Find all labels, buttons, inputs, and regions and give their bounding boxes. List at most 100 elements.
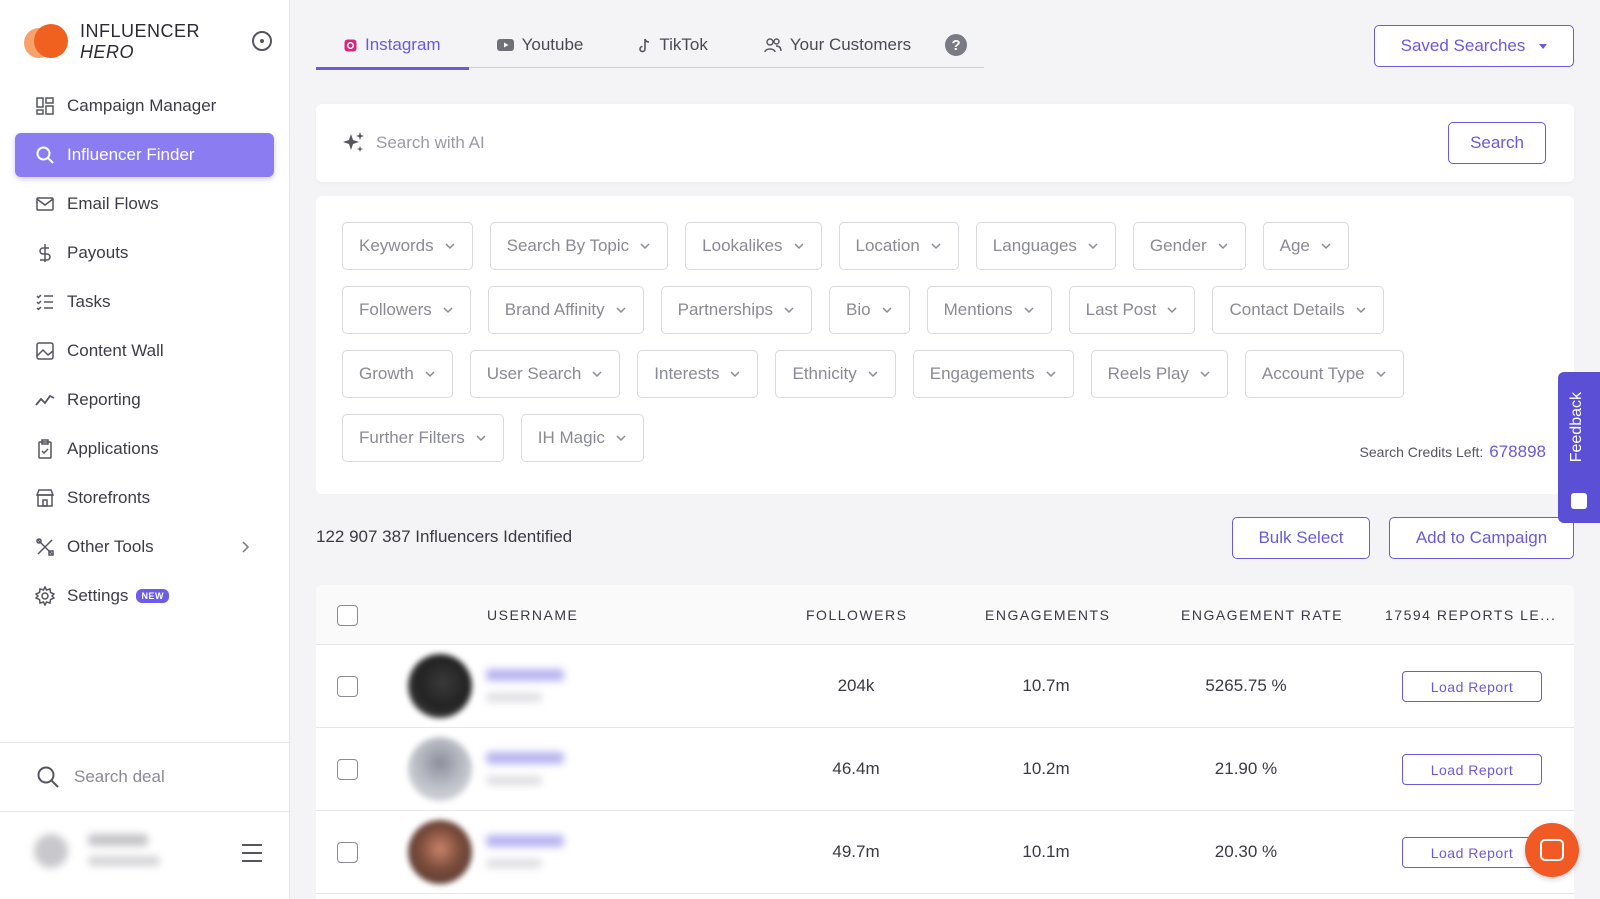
filter-label: Brand Affinity bbox=[504, 300, 605, 319]
sidebar-item-applications[interactable]: Applications bbox=[15, 427, 274, 471]
search-icon bbox=[37, 766, 59, 788]
chevron-down-icon bbox=[1024, 307, 1034, 314]
filter-label: Partnerships bbox=[677, 300, 774, 319]
filter-dropdown[interactable]: Location bbox=[838, 222, 959, 270]
sidebar-item-influencer-finder[interactable]: Influencer Finder bbox=[15, 133, 274, 177]
filter-label: User Search bbox=[486, 364, 582, 383]
tab-label: Your Customers bbox=[789, 35, 912, 54]
chat-launcher-button[interactable] bbox=[1525, 823, 1579, 877]
filter-dropdown[interactable]: Lookalikes bbox=[685, 222, 822, 270]
load-report-button[interactable]: Load Report bbox=[1402, 754, 1542, 785]
filter-dropdown[interactable]: Ethnicity bbox=[775, 350, 896, 398]
table-row[interactable]: 46.4m 10.2m 21.90 % Load Report bbox=[316, 728, 1574, 811]
sidebar-item-label: Other Tools bbox=[67, 537, 154, 556]
load-report-button[interactable]: Load Report bbox=[1402, 837, 1542, 868]
header-engagements[interactable]: ENGAGEMENTS bbox=[985, 607, 1110, 623]
filter-dropdown[interactable]: IH Magic bbox=[520, 414, 644, 462]
sidebar-item-payouts[interactable]: Payouts bbox=[15, 231, 274, 275]
influencer-avatar[interactable] bbox=[408, 737, 472, 801]
chevron-down-icon bbox=[1046, 371, 1056, 378]
filter-dropdown[interactable]: Bio bbox=[829, 286, 910, 334]
filter-dropdown[interactable]: Languages bbox=[975, 222, 1116, 270]
ai-search-input[interactable] bbox=[376, 130, 1276, 156]
username-blurred[interactable] bbox=[486, 835, 564, 847]
username-blurred[interactable] bbox=[486, 669, 564, 681]
filter-dropdown[interactable]: Interests bbox=[637, 350, 759, 398]
load-report-button[interactable]: Load Report bbox=[1402, 671, 1542, 702]
filter-dropdown[interactable]: Last Post bbox=[1068, 286, 1196, 334]
smiley-icon bbox=[1571, 493, 1587, 509]
header-followers[interactable]: FOLLOWERS bbox=[806, 607, 907, 623]
influencer-avatar[interactable] bbox=[408, 820, 472, 884]
dollar-icon bbox=[35, 243, 55, 263]
bulk-select-button[interactable]: Bulk Select bbox=[1232, 517, 1370, 559]
sidebar-item-other-tools[interactable]: Other Tools bbox=[15, 525, 274, 569]
header-username[interactable]: USERNAME bbox=[487, 607, 578, 623]
logo[interactable]: INFLUENCER HERO bbox=[24, 20, 200, 64]
filter-dropdown[interactable]: Reels Play bbox=[1090, 350, 1228, 398]
filter-dropdown[interactable]: Search By Topic bbox=[489, 222, 669, 270]
grid-icon bbox=[35, 96, 55, 116]
filter-dropdown[interactable]: Age bbox=[1262, 222, 1349, 270]
filter-dropdown[interactable]: Gender bbox=[1132, 222, 1246, 270]
chevron-down-icon bbox=[1088, 243, 1098, 250]
header-reports-left: 17594 REPORTS LE... bbox=[1385, 607, 1557, 623]
header-engagement-rate[interactable]: ENGAGEMENT RATE bbox=[1181, 607, 1343, 623]
sidebar-item-settings[interactable]: Settings NEW bbox=[15, 574, 274, 618]
sidebar-item-reporting[interactable]: Reporting bbox=[15, 378, 274, 422]
filter-dropdown[interactable]: Growth bbox=[342, 350, 453, 398]
filter-dropdown[interactable]: Mentions bbox=[926, 286, 1052, 334]
sidebar-item-label: Settings bbox=[67, 586, 129, 605]
help-icon[interactable]: ? bbox=[945, 34, 968, 56]
filter-dropdown[interactable]: Contact Details bbox=[1212, 286, 1384, 334]
table-row[interactable]: 49.7m 10.1m 20.30 % Load Report bbox=[316, 811, 1574, 894]
filter-dropdown[interactable]: User Search bbox=[469, 350, 621, 398]
username-blurred[interactable] bbox=[486, 752, 564, 764]
select-all-checkbox[interactable] bbox=[337, 605, 358, 626]
ai-search-button[interactable]: Search bbox=[1448, 122, 1546, 164]
filter-row-4: Further Filters IH Magic bbox=[342, 414, 661, 462]
sidebar-item-email-flows[interactable]: Email Flows bbox=[15, 182, 274, 226]
caret-down-icon bbox=[1539, 43, 1548, 49]
trend-icon bbox=[35, 390, 55, 410]
sidebar-nav: Campaign Manager Influencer Finder Email… bbox=[15, 84, 274, 623]
tab-your-customers[interactable]: Your Customers bbox=[736, 22, 939, 68]
filter-dropdown[interactable]: Partnerships bbox=[660, 286, 813, 334]
sidebar-item-tasks[interactable]: Tasks bbox=[15, 280, 274, 324]
sidebar-item-content-wall[interactable]: Content Wall bbox=[15, 329, 274, 373]
tab-youtube[interactable]: Youtube bbox=[469, 22, 612, 68]
row-checkbox[interactable] bbox=[337, 759, 358, 780]
filter-dropdown[interactable]: Account Type bbox=[1244, 350, 1404, 398]
tab-tiktok[interactable]: TikTok bbox=[611, 22, 736, 68]
filter-dropdown[interactable]: Keywords bbox=[342, 222, 473, 270]
add-to-campaign-button[interactable]: Add to Campaign bbox=[1389, 517, 1574, 559]
table-row[interactable]: 204k 10.7m 5265.75 % Load Report bbox=[316, 645, 1574, 728]
filter-label: Account Type bbox=[1261, 364, 1365, 383]
sparkle-icon bbox=[343, 132, 364, 152]
credits-label: Search Credits Left: bbox=[1359, 444, 1484, 460]
brand-line2: HERO bbox=[80, 42, 135, 62]
filter-label: Last Post bbox=[1085, 300, 1157, 319]
filter-dropdown[interactable]: Brand Affinity bbox=[487, 286, 644, 334]
engagement-rate-cell: 21.90 % bbox=[1214, 759, 1278, 778]
filter-dropdown[interactable]: Engagements bbox=[912, 350, 1074, 398]
checklist-icon bbox=[35, 292, 55, 312]
tab-instagram[interactable]: Instagram bbox=[316, 22, 469, 70]
filter-label: Bio bbox=[846, 300, 871, 319]
sidebar-item-storefronts[interactable]: Storefronts bbox=[15, 476, 274, 520]
influencer-avatar[interactable] bbox=[408, 654, 472, 718]
target-icon[interactable] bbox=[252, 31, 272, 51]
filter-dropdown[interactable]: Followers bbox=[342, 286, 471, 334]
chevron-down-icon bbox=[793, 243, 804, 250]
chevron-down-icon bbox=[476, 435, 486, 442]
filter-dropdown[interactable]: Further Filters bbox=[342, 414, 504, 462]
user-profile[interactable] bbox=[0, 812, 290, 899]
search-deal-input[interactable] bbox=[74, 767, 264, 787]
menu-icon[interactable] bbox=[242, 844, 262, 862]
sidebar-item-campaign-manager[interactable]: Campaign Manager bbox=[15, 84, 274, 128]
saved-searches-button[interactable]: Saved Searches bbox=[1374, 25, 1574, 67]
feedback-tab[interactable]: Feedback bbox=[1558, 372, 1600, 523]
row-checkbox[interactable] bbox=[337, 842, 358, 863]
influencers-identified-count: 122 907 387 Influencers Identified bbox=[316, 527, 573, 546]
row-checkbox[interactable] bbox=[337, 676, 358, 697]
